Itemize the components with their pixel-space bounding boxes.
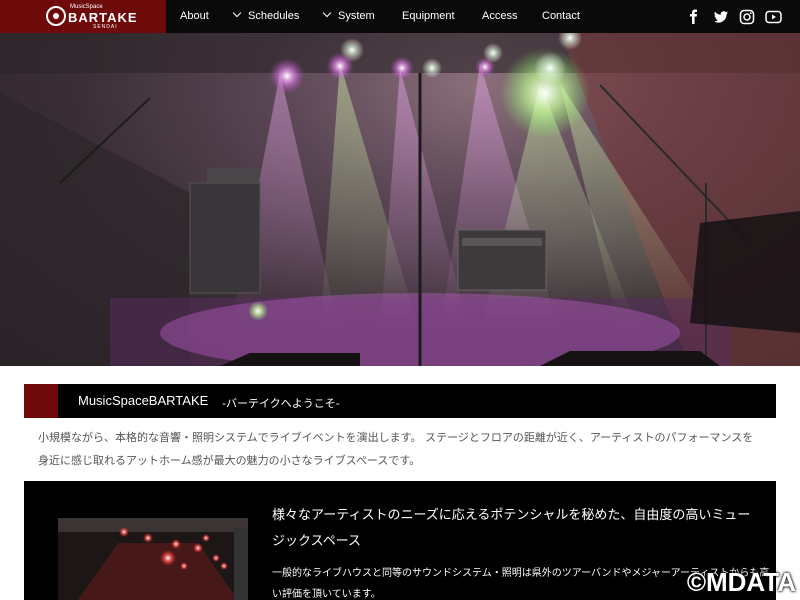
logo[interactable]: MusicSpace BARTAKE SENDAI [0,0,166,33]
twitter-icon[interactable] [713,9,729,25]
section-accent-bar [24,384,58,418]
nav-item-label: Equipment [402,10,455,22]
nav-item-contact[interactable]: Contact [542,10,580,22]
nav-item-access[interactable]: Access [482,10,517,22]
intro-text: 小規模ながら、本格的な音響・照明システムでライブイベントを演出します。 ステージ… [38,431,754,467]
nav-item-label: Access [482,10,518,22]
nav-item-label: System [338,10,375,22]
nav-item-label: Schedules [248,10,300,22]
logo-name: BARTAKE [68,10,138,25]
section-header: MusicSpaceBARTAKE -バーテイクへようこそ- [24,384,776,418]
nav-item-system[interactable]: System [322,8,375,22]
nav-item-label: Contact [542,10,580,22]
top-nav: MusicSpace BARTAKE SENDAI About Schedule… [0,0,800,33]
nav-item-equipment[interactable]: Equipment [402,10,455,22]
youtube-icon[interactable] [765,9,782,25]
chevron-down-icon [322,8,332,18]
hero-stage-image [0,33,800,366]
nav-item-label: About [180,10,209,22]
feature-heading: 様々なアーティストのニーズに応えるポテンシャルを秘めた、自由度の高いミュージック… [272,508,751,549]
chevron-down-icon [232,8,242,18]
logo-sub-text: SENDAI [93,24,118,30]
watermark: ©MDATA [686,567,796,597]
nav-item-schedules[interactable]: Schedules [232,8,300,22]
section-title: MusicSpaceBARTAKE [78,393,209,408]
instagram-icon[interactable] [739,9,755,25]
nav-item-about[interactable]: About [180,10,209,22]
venue-photo [58,518,248,600]
section-subtitle: -バーテイクへようこそ- [222,397,340,410]
feature-block: 様々なアーティストのニーズに応えるポテンシャルを秘めた、自由度の高いミュージック… [24,481,776,600]
record-icon [46,6,66,26]
facebook-icon[interactable] [686,9,702,25]
